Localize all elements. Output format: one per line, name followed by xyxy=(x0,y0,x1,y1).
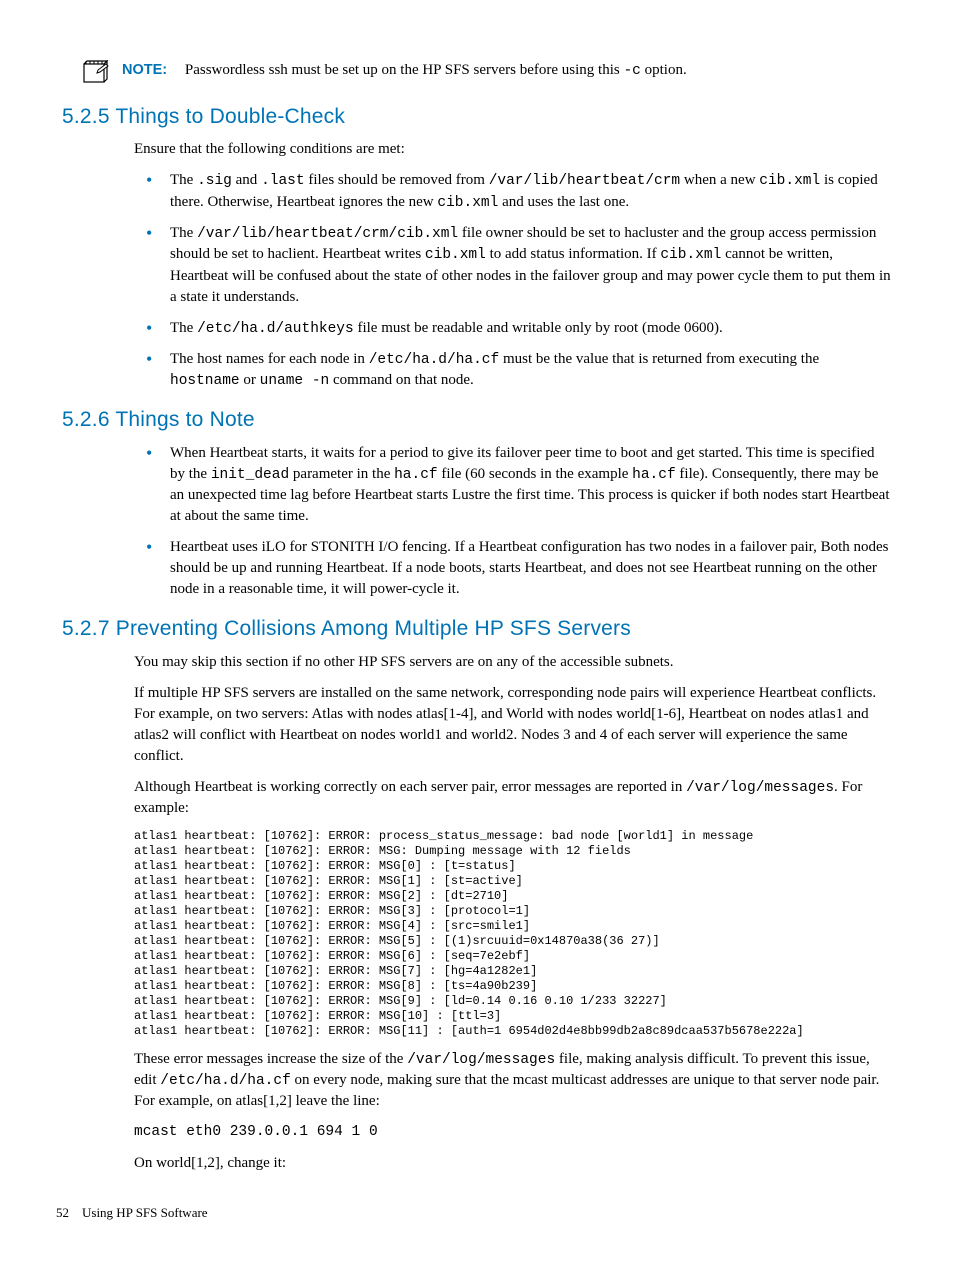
note-label: NOTE: xyxy=(122,62,167,78)
heading-527: 5.2.7 Preventing Collisions Among Multip… xyxy=(62,614,892,643)
list-item: The .sig and .last files should be remov… xyxy=(134,170,892,213)
list-item: The /var/lib/heartbeat/crm/cib.xml file … xyxy=(134,223,892,308)
para-527-3: Although Heartbeat is working correctly … xyxy=(134,777,892,819)
mcast-cmd: mcast eth0 239.0.0.1 694 1 0 xyxy=(134,1122,892,1142)
para-527-5: On world[1,2], change it: xyxy=(134,1153,892,1174)
heading-526: 5.2.6 Things to Note xyxy=(62,405,892,434)
footer-title: Using HP SFS Software xyxy=(82,1205,208,1220)
list-item: The host names for each node in /etc/ha.… xyxy=(134,349,892,392)
intro-525: Ensure that the following conditions are… xyxy=(134,139,892,160)
list-526: When Heartbeat starts, it waits for a pe… xyxy=(134,443,892,600)
note-text: Passwordless ssh must be set up on the H… xyxy=(185,62,687,78)
list-525: The .sig and .last files should be remov… xyxy=(134,170,892,391)
para-527-1: You may skip this section if no other HP… xyxy=(134,652,892,673)
list-item: When Heartbeat starts, it waits for a pe… xyxy=(134,443,892,527)
page-number: 52 xyxy=(56,1205,69,1220)
log-block: atlas1 heartbeat: [10762]: ERROR: proces… xyxy=(134,829,892,1039)
para-527-2: If multiple HP SFS servers are installed… xyxy=(134,683,892,767)
list-item: The /etc/ha.d/authkeys file must be read… xyxy=(134,318,892,339)
para-527-4: These error messages increase the size o… xyxy=(134,1049,892,1113)
note-callout: NOTE: Passwordless ssh must be set up on… xyxy=(82,60,892,84)
note-body: NOTE: Passwordless ssh must be set up on… xyxy=(122,60,687,81)
heading-525: 5.2.5 Things to Double-Check xyxy=(62,102,892,131)
page-footer: 52 Using HP SFS Software xyxy=(56,1204,892,1222)
note-icon xyxy=(82,60,110,84)
list-item: Heartbeat uses iLO for STONITH I/O fenci… xyxy=(134,537,892,600)
